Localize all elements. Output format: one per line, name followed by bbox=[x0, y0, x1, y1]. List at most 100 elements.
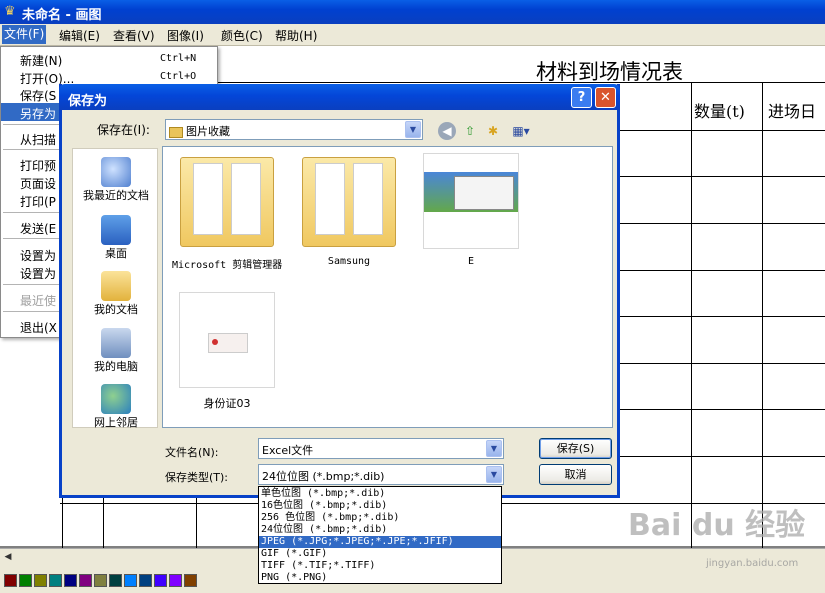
menu-item-new[interactable]: 新建(N) Ctrl+N bbox=[1, 50, 217, 68]
places-bar: 我最近的文档 桌面 我的文档 我的电脑 网上邻居 bbox=[72, 148, 159, 430]
chevron-down-icon[interactable]: ▼ bbox=[486, 466, 502, 483]
menu-item-label: 打印预 bbox=[20, 159, 57, 173]
cancel-button[interactable]: 取消 bbox=[539, 464, 612, 485]
palette-swatch[interactable] bbox=[19, 574, 32, 587]
palette-swatch[interactable] bbox=[49, 574, 62, 587]
menu-item-label: 退出(X bbox=[20, 321, 57, 335]
new-folder-icon[interactable]: ✱ bbox=[484, 122, 502, 140]
save-button[interactable]: 保存(S) bbox=[539, 438, 612, 459]
menu-bar: 文件(F) 编辑(E) 查看(V) 图像(I) 颜色(C) 帮助(H) bbox=[0, 24, 825, 46]
file-name: Samsung bbox=[327, 256, 371, 267]
column-header-date: 进场日 bbox=[768, 102, 817, 121]
menu-file[interactable]: 文件(F) bbox=[2, 25, 47, 44]
menu-help[interactable]: 帮助(H) bbox=[275, 27, 317, 44]
back-icon[interactable]: ◀ bbox=[438, 122, 456, 140]
filetype-value: 24位位图 (*.bmp;*.dib) bbox=[262, 470, 385, 483]
chevron-down-icon[interactable]: ▼ bbox=[486, 440, 502, 457]
filetype-option[interactable]: GIF (*.GIF) bbox=[259, 548, 501, 560]
filetype-option[interactable]: 256 色位图 (*.bmp;*.dib) bbox=[259, 512, 501, 524]
menu-item-label: 最近使 bbox=[20, 294, 57, 308]
palette-swatch[interactable] bbox=[154, 574, 167, 587]
chevron-down-icon[interactable]: ▼ bbox=[405, 121, 421, 138]
save-in-label: 保存在(I): bbox=[97, 123, 150, 137]
menu-view[interactable]: 查看(V) bbox=[113, 27, 155, 44]
my-computer-icon bbox=[101, 328, 131, 358]
place-my-documents[interactable]: 我的文档 bbox=[73, 271, 159, 317]
filename-label: 文件名(N): bbox=[165, 446, 219, 459]
filetype-option[interactable]: 16色位图 (*.bmp;*.dib) bbox=[259, 500, 501, 512]
palette-swatch[interactable] bbox=[139, 574, 152, 587]
palette-swatch[interactable] bbox=[64, 574, 77, 587]
watermark-logo: Bai du 经验 bbox=[628, 508, 806, 543]
place-label: 我的文档 bbox=[94, 303, 138, 316]
dialog-title: 保存为 bbox=[68, 94, 108, 109]
menu-item-label: 从扫描 bbox=[20, 133, 57, 147]
column-header-quantity: 数量(t) bbox=[694, 102, 745, 121]
paint-icon: ♛ bbox=[4, 4, 16, 19]
menu-item-shortcut: Ctrl+O bbox=[160, 71, 197, 82]
window-title: 未命名 - 画图 bbox=[22, 8, 102, 23]
image-thumbnail bbox=[179, 292, 275, 388]
folder-icon bbox=[169, 126, 183, 138]
my-documents-icon bbox=[101, 271, 131, 301]
menu-item-label: 新建(N) bbox=[20, 54, 63, 68]
place-desktop[interactable]: 桌面 bbox=[73, 215, 159, 261]
file-item[interactable]: Microsoft 剪辑管理器 bbox=[172, 153, 282, 271]
menu-item-label: 页面设 bbox=[20, 177, 57, 191]
filetype-label: 保存类型(T): bbox=[165, 471, 229, 484]
filename-input[interactable]: Excel文件 ▼ bbox=[258, 438, 504, 459]
palette-swatch[interactable] bbox=[4, 574, 17, 587]
save-as-dialog: 保存为 ? ✕ 保存在(I): 图片收藏 ▼ ◀ ⇧ ✱ ▦▾ 我最近的文档 桌… bbox=[59, 84, 620, 498]
menu-item-label: 另存为 bbox=[20, 107, 57, 121]
filetype-select[interactable]: 24位位图 (*.bmp;*.dib) ▼ bbox=[258, 464, 504, 485]
save-in-combo[interactable]: 图片收藏 ▼ bbox=[165, 119, 423, 140]
file-item[interactable]: 身份证03 bbox=[172, 292, 282, 411]
title-bar: ♛ 未命名 - 画图 bbox=[0, 0, 825, 24]
filetype-option[interactable]: 单色位图 (*.bmp;*.dib) bbox=[259, 488, 501, 500]
menu-item-label: 发送(E bbox=[20, 222, 57, 236]
place-network[interactable]: 网上邻居 bbox=[73, 384, 159, 430]
up-folder-icon[interactable]: ⇧ bbox=[461, 122, 479, 140]
desktop-icon bbox=[101, 215, 131, 245]
place-my-computer[interactable]: 我的电脑 bbox=[73, 328, 159, 374]
table-line bbox=[762, 82, 763, 548]
menu-image[interactable]: 图像(I) bbox=[167, 27, 204, 44]
palette-swatch[interactable] bbox=[109, 574, 122, 587]
menu-edit[interactable]: 编辑(E) bbox=[59, 27, 100, 44]
file-list[interactable]: Microsoft 剪辑管理器 Samsung E 身份证03 bbox=[162, 146, 613, 428]
watermark-url: jingyan.baidu.com bbox=[706, 558, 799, 569]
menu-item-label: 设置为 bbox=[20, 267, 57, 281]
folder-thumbnail bbox=[179, 153, 275, 249]
palette-swatch[interactable] bbox=[169, 574, 182, 587]
filetype-option[interactable]: PNG (*.PNG) bbox=[259, 572, 501, 584]
palette-swatch[interactable] bbox=[94, 574, 107, 587]
filetype-option[interactable]: 24位位图 (*.bmp;*.dib) bbox=[259, 524, 501, 536]
palette-swatch[interactable] bbox=[184, 574, 197, 587]
menu-item-shortcut: Ctrl+N bbox=[160, 53, 197, 64]
palette-swatch[interactable] bbox=[124, 574, 137, 587]
place-recent[interactable]: 我最近的文档 bbox=[73, 157, 159, 203]
folder-thumbnail bbox=[301, 153, 397, 249]
menu-item-label: 保存(S bbox=[20, 89, 57, 103]
filetype-option-selected[interactable]: JPEG (*.JPG;*.JPEG;*.JPE;*.JFIF) bbox=[259, 536, 501, 548]
file-item[interactable]: E bbox=[416, 153, 526, 267]
palette-swatch[interactable] bbox=[34, 574, 47, 587]
file-name: 身份证03 bbox=[203, 397, 251, 410]
dialog-title-bar[interactable]: 保存为 ? ✕ bbox=[59, 84, 620, 110]
image-thumbnail bbox=[423, 153, 519, 249]
place-label: 我最近的文档 bbox=[83, 189, 149, 202]
view-menu-icon[interactable]: ▦▾ bbox=[509, 122, 533, 140]
filetype-option[interactable]: TIFF (*.TIF;*.TIFF) bbox=[259, 560, 501, 572]
file-item[interactable]: Samsung bbox=[294, 153, 404, 267]
menu-item-label: 设置为 bbox=[20, 249, 57, 263]
place-label: 网上邻居 bbox=[94, 416, 138, 429]
close-button[interactable]: ✕ bbox=[595, 87, 616, 108]
recent-documents-icon bbox=[101, 157, 131, 187]
palette-swatch[interactable] bbox=[79, 574, 92, 587]
place-label: 桌面 bbox=[105, 247, 127, 260]
save-in-value: 图片收藏 bbox=[186, 125, 230, 138]
scroll-left-icon[interactable]: ◀ bbox=[0, 549, 16, 565]
menu-colors[interactable]: 颜色(C) bbox=[221, 27, 263, 44]
help-button[interactable]: ? bbox=[571, 87, 592, 108]
filetype-dropdown-list: 单色位图 (*.bmp;*.dib) 16色位图 (*.bmp;*.dib) 2… bbox=[258, 486, 502, 584]
